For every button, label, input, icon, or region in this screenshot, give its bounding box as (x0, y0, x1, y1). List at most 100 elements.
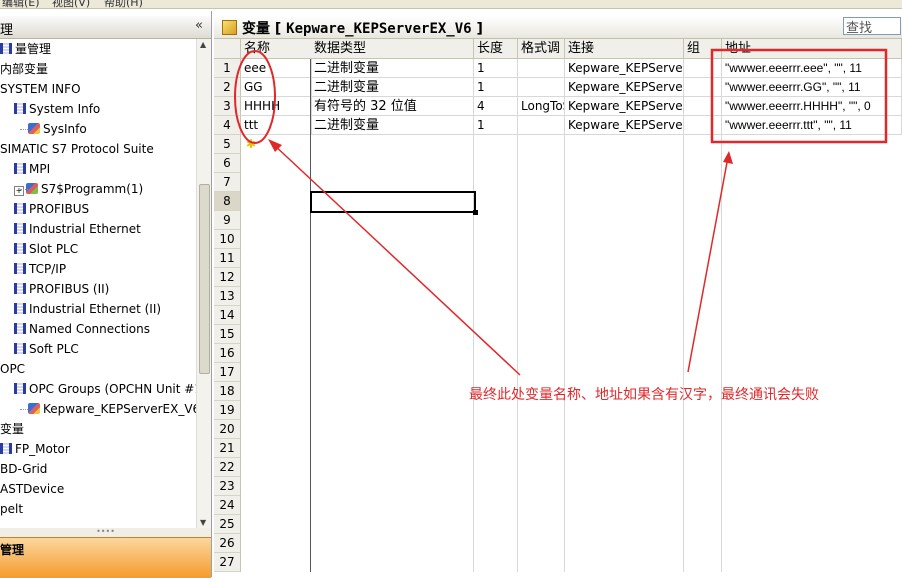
row-number[interactable]: 16 (214, 344, 241, 363)
cell-address[interactable]: "wwwer.eeerrr.eee", "", 11 (722, 59, 902, 78)
address-column-header[interactable]: 地址 (722, 39, 902, 59)
cell-connection[interactable]: Kepware_KEPServer (565, 78, 684, 97)
tree-node[interactable]: Industrial Ethernet (14, 219, 141, 239)
row-number[interactable]: 3 (214, 97, 241, 116)
menu-view[interactable]: 视图(V) (52, 0, 90, 8)
row-number[interactable]: 10 (214, 230, 241, 249)
cell-name[interactable]: GG (241, 78, 312, 97)
row-number[interactable]: 13 (214, 287, 241, 306)
tree-node[interactable]: Named Connections (14, 319, 150, 339)
cell-format[interactable] (518, 116, 565, 135)
cell-name[interactable]: HHHH (241, 97, 312, 116)
row-number[interactable]: 2 (214, 78, 241, 97)
cell-address[interactable]: "wwwer.eeerrr.HHHH", "", 0 (722, 97, 902, 116)
cell-cursor[interactable] (310, 191, 478, 215)
fill-handle[interactable] (473, 210, 478, 215)
row-number[interactable]: 4 (214, 116, 241, 135)
tree-node[interactable]: SysInfo (28, 119, 87, 139)
row-number[interactable]: 11 (214, 249, 241, 268)
scroll-down-icon[interactable]: ▼ (200, 518, 206, 527)
length-column-header[interactable]: 长度 (474, 39, 518, 59)
cell-type[interactable]: 有符号的 32 位值 (311, 97, 474, 116)
row-number[interactable]: 27 (214, 553, 241, 572)
tree-node[interactable]: + S7$Programm(1) (14, 179, 143, 199)
cell-format[interactable] (518, 78, 565, 97)
menu-edit[interactable]: 编辑(E) (2, 0, 40, 8)
row-number[interactable]: 23 (214, 477, 241, 496)
tree-node[interactable]: PROFIBUS (14, 199, 89, 219)
cell-connection[interactable]: Kepware_KEPServer (565, 97, 684, 116)
tree-node[interactable]: Kepware_KEPServerEX_V6 (28, 399, 196, 419)
tree-node[interactable]: TCP/IP (14, 259, 66, 279)
cell-length[interactable]: 1 (474, 116, 518, 135)
cell-length[interactable]: 4 (474, 97, 518, 116)
tree-node[interactable]: BD-Grid (0, 459, 47, 479)
tree-node[interactable]: OPC Groups (OPCHN Unit #1) (14, 379, 196, 399)
row-number[interactable]: 24 (214, 496, 241, 515)
tree-node[interactable]: System Info (14, 99, 100, 119)
cell-type[interactable]: 二进制变量 (311, 116, 474, 135)
row-number[interactable]: 7 (214, 173, 241, 192)
scroll-up-icon[interactable]: ▲ (200, 40, 206, 49)
cell-length[interactable]: 1 (474, 59, 518, 78)
cell-type[interactable]: 二进制变量 (311, 78, 474, 97)
cell-group[interactable] (684, 78, 722, 97)
cell-connection[interactable]: Kepware_KEPServer (565, 59, 684, 78)
row-number[interactable]: 18 (214, 382, 241, 401)
tree-node[interactable]: Soft PLC (14, 339, 79, 359)
tree-node[interactable]: 变量 (0, 419, 24, 439)
variable-management-bar[interactable]: 管理 (0, 537, 211, 578)
tree-node[interactable]: SIMATIC S7 Protocol Suite (0, 139, 154, 159)
collapse-chevron-icon[interactable]: « (195, 18, 203, 33)
row-number[interactable]: 1 (214, 59, 241, 78)
row-number[interactable]: 17 (214, 363, 241, 382)
row-number[interactable]: 19 (214, 401, 241, 420)
cell-type[interactable]: 二进制变量 (311, 59, 474, 78)
cell-format[interactable]: LongToS (518, 97, 565, 116)
cell-format[interactable] (518, 59, 565, 78)
menu-help[interactable]: 帮助(H) (104, 0, 143, 8)
cell-group[interactable] (684, 59, 722, 78)
connection-column-header[interactable]: 连接 (565, 39, 684, 59)
row-number[interactable]: 25 (214, 515, 241, 534)
tree-node[interactable]: PROFIBUS (II) (14, 279, 109, 299)
name-column-header[interactable]: 名称 (241, 39, 312, 59)
row-number[interactable]: 20 (214, 420, 241, 439)
tree-node[interactable]: pelt (0, 499, 23, 519)
row-number[interactable]: 15 (214, 325, 241, 344)
tree-node[interactable]: Industrial Ethernet (II) (14, 299, 161, 319)
type-column-header[interactable]: 数据类型 (311, 39, 474, 59)
group-column-header[interactable]: 组 (684, 39, 722, 59)
cell-group[interactable] (684, 116, 722, 135)
grid-corner[interactable] (214, 39, 241, 59)
row-number[interactable]: 8 (214, 192, 241, 211)
row-number[interactable]: 14 (214, 306, 241, 325)
tree-node[interactable]: 量管理 (0, 39, 51, 59)
row-number[interactable]: 21 (214, 439, 241, 458)
cell-name[interactable]: ttt (241, 116, 312, 135)
row-number[interactable]: 5 (214, 135, 241, 154)
cell-name[interactable]: eee (241, 59, 312, 78)
cell-address[interactable]: "wwwer.eeerrr.ttt", "", 11 (722, 116, 902, 135)
tree-node[interactable]: ASTDevice (0, 479, 64, 499)
row-number[interactable]: 22 (214, 458, 241, 477)
cell-connection[interactable]: Kepware_KEPServer (565, 116, 684, 135)
tree-node[interactable]: 内部变量 (0, 59, 48, 79)
tree-scrollbar[interactable]: ▲ ▼ (196, 39, 211, 528)
tree-node[interactable]: SYSTEM INFO (0, 79, 81, 99)
row-number[interactable]: 26 (214, 534, 241, 553)
cell-group[interactable] (684, 97, 722, 116)
row-number[interactable]: 9 (214, 211, 241, 230)
new-row-star-icon[interactable]: ✱ (246, 135, 256, 154)
row-number[interactable]: 6 (214, 154, 241, 173)
tree-node[interactable]: OPC (0, 359, 25, 379)
search-input[interactable] (843, 17, 901, 35)
row-number[interactable]: 12 (214, 268, 241, 287)
scroll-thumb[interactable] (199, 184, 210, 374)
tree-node[interactable]: FP_Motor (0, 439, 70, 459)
cell-address[interactable]: "wwwer.eeerrr.GG", "", 11 (722, 78, 902, 97)
tree-node[interactable]: Slot PLC (14, 239, 78, 259)
format-column-header[interactable]: 格式调 (518, 39, 565, 59)
expand-plus-icon[interactable]: + (14, 186, 24, 196)
cell-length[interactable]: 1 (474, 78, 518, 97)
